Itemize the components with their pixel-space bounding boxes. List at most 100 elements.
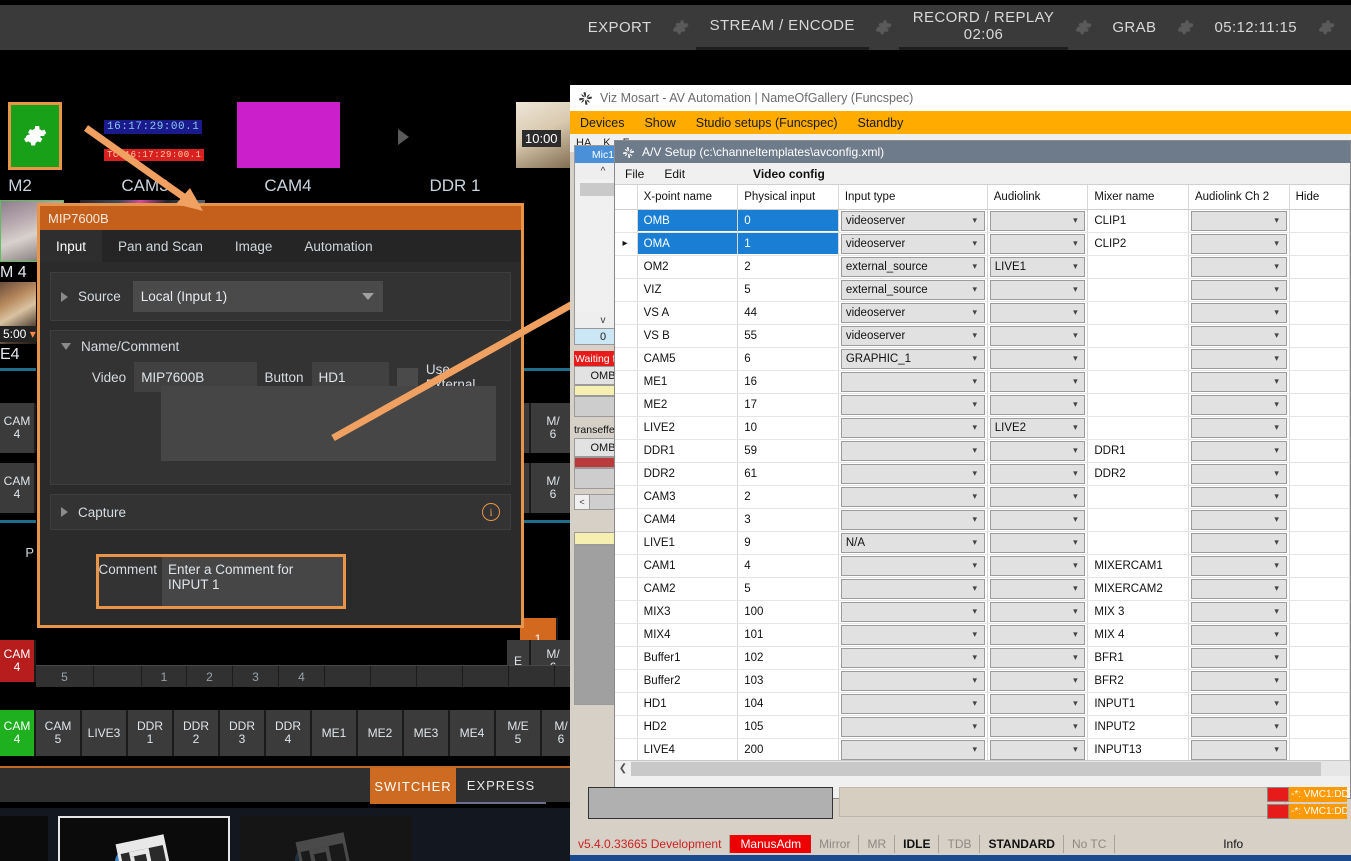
gear-icon[interactable] (1311, 5, 1341, 50)
cell-audiolink[interactable]: ▾ (987, 738, 1089, 760)
table-row[interactable]: DDR2 61 ▾ ▾ DDR2 ▾ (615, 462, 1350, 486)
cell-xpoint-name[interactable]: OM2 (637, 255, 739, 279)
cell-input-type[interactable]: ▾ (838, 715, 988, 739)
num-cell[interactable] (417, 665, 463, 687)
cell-hide[interactable] (1289, 508, 1350, 532)
table-row[interactable]: CAM3 2 ▾ ▾ ▾ (615, 485, 1350, 509)
cell-audiolink[interactable]: LIVE2 ▾ (987, 416, 1089, 440)
cell-audiolink[interactable]: ▾ (987, 301, 1089, 325)
chevron-right-icon[interactable] (61, 507, 68, 517)
viz-menu-show[interactable]: Show (634, 116, 685, 130)
cell-physical-input[interactable]: 4 (737, 554, 839, 578)
cell-xpoint-name[interactable]: ME1 (637, 370, 739, 394)
cell-audiolink-ch2[interactable]: ▾ (1188, 462, 1290, 486)
cell-audiolink[interactable]: ▾ (987, 508, 1089, 532)
cell-mixer-name[interactable] (1087, 255, 1189, 279)
cell-input-type[interactable]: ▾ (838, 416, 988, 440)
chevron-left-icon[interactable]: < (575, 495, 590, 509)
cell-mixer-name[interactable]: CLIP2 (1087, 232, 1189, 256)
cell-hide[interactable] (1289, 554, 1350, 578)
mip-tab-automation[interactable]: Automation (288, 230, 388, 262)
table-row[interactable]: ▸ OMA 1 videoserver ▾ ▾ CLIP2 ▾ (615, 232, 1350, 256)
cell-audiolink-ch2[interactable]: ▾ (1188, 209, 1290, 233)
gear-icon[interactable] (666, 5, 696, 50)
table-row[interactable]: CAM2 5 ▾ ▾ MIXERCAM2 ▾ (615, 577, 1350, 601)
cell-xpoint-name[interactable]: CAM5 (637, 347, 739, 371)
cell-input-type[interactable]: GRAPHIC_1 ▾ (838, 347, 988, 371)
cell-audiolink-ch2[interactable]: ▾ (1188, 531, 1290, 555)
info-icon[interactable]: i (482, 503, 500, 521)
cell-audiolink-ch2[interactable]: ▾ (1188, 255, 1290, 279)
cell-xpoint-name[interactable]: LIVE1 (637, 531, 739, 555)
cell-mixer-name[interactable]: INPUT2 (1087, 715, 1189, 739)
table-row[interactable]: Buffer1 102 ▾ ▾ BFR1 ▾ (615, 646, 1350, 670)
thumb-m2-tile[interactable] (8, 102, 62, 170)
cell-audiolink[interactable]: ▾ (987, 623, 1089, 647)
cell-xpoint-name[interactable]: VS A (637, 301, 739, 325)
cell-audiolink[interactable]: ▾ (987, 209, 1089, 233)
th-physical-input[interactable]: Physical input (737, 185, 839, 210)
cell-physical-input[interactable]: 9 (737, 531, 839, 555)
mip-tab-pan-and-scan[interactable]: Pan and Scan (102, 230, 219, 262)
cell-physical-input[interactable]: 5 (737, 278, 839, 302)
cell-audiolink[interactable]: ▾ (987, 646, 1089, 670)
topbar-grab[interactable]: GRAB (1098, 5, 1170, 50)
cell-hide[interactable] (1289, 738, 1350, 760)
source-select[interactable]: Local (Input 1) (132, 281, 383, 312)
cell-audiolink-ch2[interactable]: ▾ (1188, 577, 1290, 601)
cell-xpoint-name[interactable]: MIX4 (637, 623, 739, 647)
cell-mixer-name[interactable] (1087, 508, 1189, 532)
table-row[interactable]: CAM4 3 ▾ ▾ ▾ (615, 508, 1350, 532)
cell-mixer-name[interactable] (1087, 416, 1189, 440)
th-mixer-name[interactable]: Mixer name (1087, 185, 1189, 210)
num-cell[interactable]: 5 (36, 665, 94, 687)
cell-input-type[interactable]: ▾ (838, 554, 988, 578)
cell-xpoint-name[interactable]: CAM1 (637, 554, 739, 578)
th-xpoint-name[interactable]: X-point name (637, 185, 739, 210)
cell-input-type[interactable]: ▾ (838, 577, 988, 601)
cell-audiolink-ch2[interactable]: ▾ (1188, 439, 1290, 463)
cell-xpoint-name[interactable]: Buffer1 (637, 646, 739, 670)
cell-physical-input[interactable]: 1 (737, 232, 839, 256)
cell-physical-input[interactable]: 2 (737, 485, 839, 509)
cell-mixer-name[interactable] (1087, 393, 1189, 417)
cell-mixer-name[interactable] (1087, 324, 1189, 348)
cell-mixer-name[interactable]: BFR2 (1087, 669, 1189, 693)
cell-input-type[interactable]: ▾ (838, 646, 988, 670)
cell-hide[interactable] (1289, 577, 1350, 601)
cell-mixer-name[interactable]: INPUT13 (1087, 738, 1189, 760)
cell-hide[interactable] (1289, 278, 1350, 302)
cell-mixer-name[interactable]: MIX 3 (1087, 600, 1189, 624)
num-cell[interactable]: 1 (142, 665, 187, 687)
cell-hide[interactable] (1289, 416, 1350, 440)
gear-icon[interactable] (1170, 5, 1200, 50)
table-row[interactable]: CAM1 4 ▾ ▾ MIXERCAM1 ▾ (615, 554, 1350, 578)
cell-audiolink[interactable]: ▾ (987, 370, 1089, 394)
viz-menu-standby[interactable]: Standby (848, 116, 914, 130)
cell-hide[interactable] (1289, 485, 1350, 509)
num-cell[interactable] (371, 665, 417, 687)
topbar-export[interactable]: EXPORT (574, 5, 666, 50)
cell-physical-input[interactable]: 10 (737, 416, 839, 440)
gear-icon[interactable] (1068, 5, 1098, 50)
cell-audiolink[interactable]: ▾ (987, 324, 1089, 348)
cell-mixer-name[interactable]: DDR1 (1087, 439, 1189, 463)
hscroll-thumb[interactable] (631, 761, 1321, 776)
th-audiolink-ch2[interactable]: Audiolink Ch 2 (1188, 185, 1290, 210)
cell-xpoint-name[interactable]: HD2 (637, 715, 739, 739)
cell-audiolink-ch2[interactable]: ▾ (1188, 715, 1290, 739)
cell-mixer-name[interactable]: MIX 4 (1087, 623, 1189, 647)
cell-audiolink-ch2[interactable]: ▾ (1188, 301, 1290, 325)
cell-audiolink[interactable]: ▾ (987, 232, 1089, 256)
cell-audiolink[interactable]: ▾ (987, 531, 1089, 555)
cell-hide[interactable] (1289, 669, 1350, 693)
table-row[interactable]: MIX3 100 ▾ ▾ MIX 3 ▾ (615, 600, 1350, 624)
cell-physical-input[interactable]: 61 (737, 462, 839, 486)
bus-button-ddr1[interactable]: DDR 1 (128, 710, 174, 756)
cell-audiolink[interactable]: ▾ (987, 600, 1089, 624)
cell-xpoint-name[interactable]: OMA (637, 232, 739, 256)
cell-input-type[interactable]: ▾ (838, 393, 988, 417)
cell-audiolink[interactable]: ▾ (987, 692, 1089, 716)
cell-physical-input[interactable]: 17 (737, 393, 839, 417)
cell-mixer-name[interactable] (1087, 370, 1189, 394)
